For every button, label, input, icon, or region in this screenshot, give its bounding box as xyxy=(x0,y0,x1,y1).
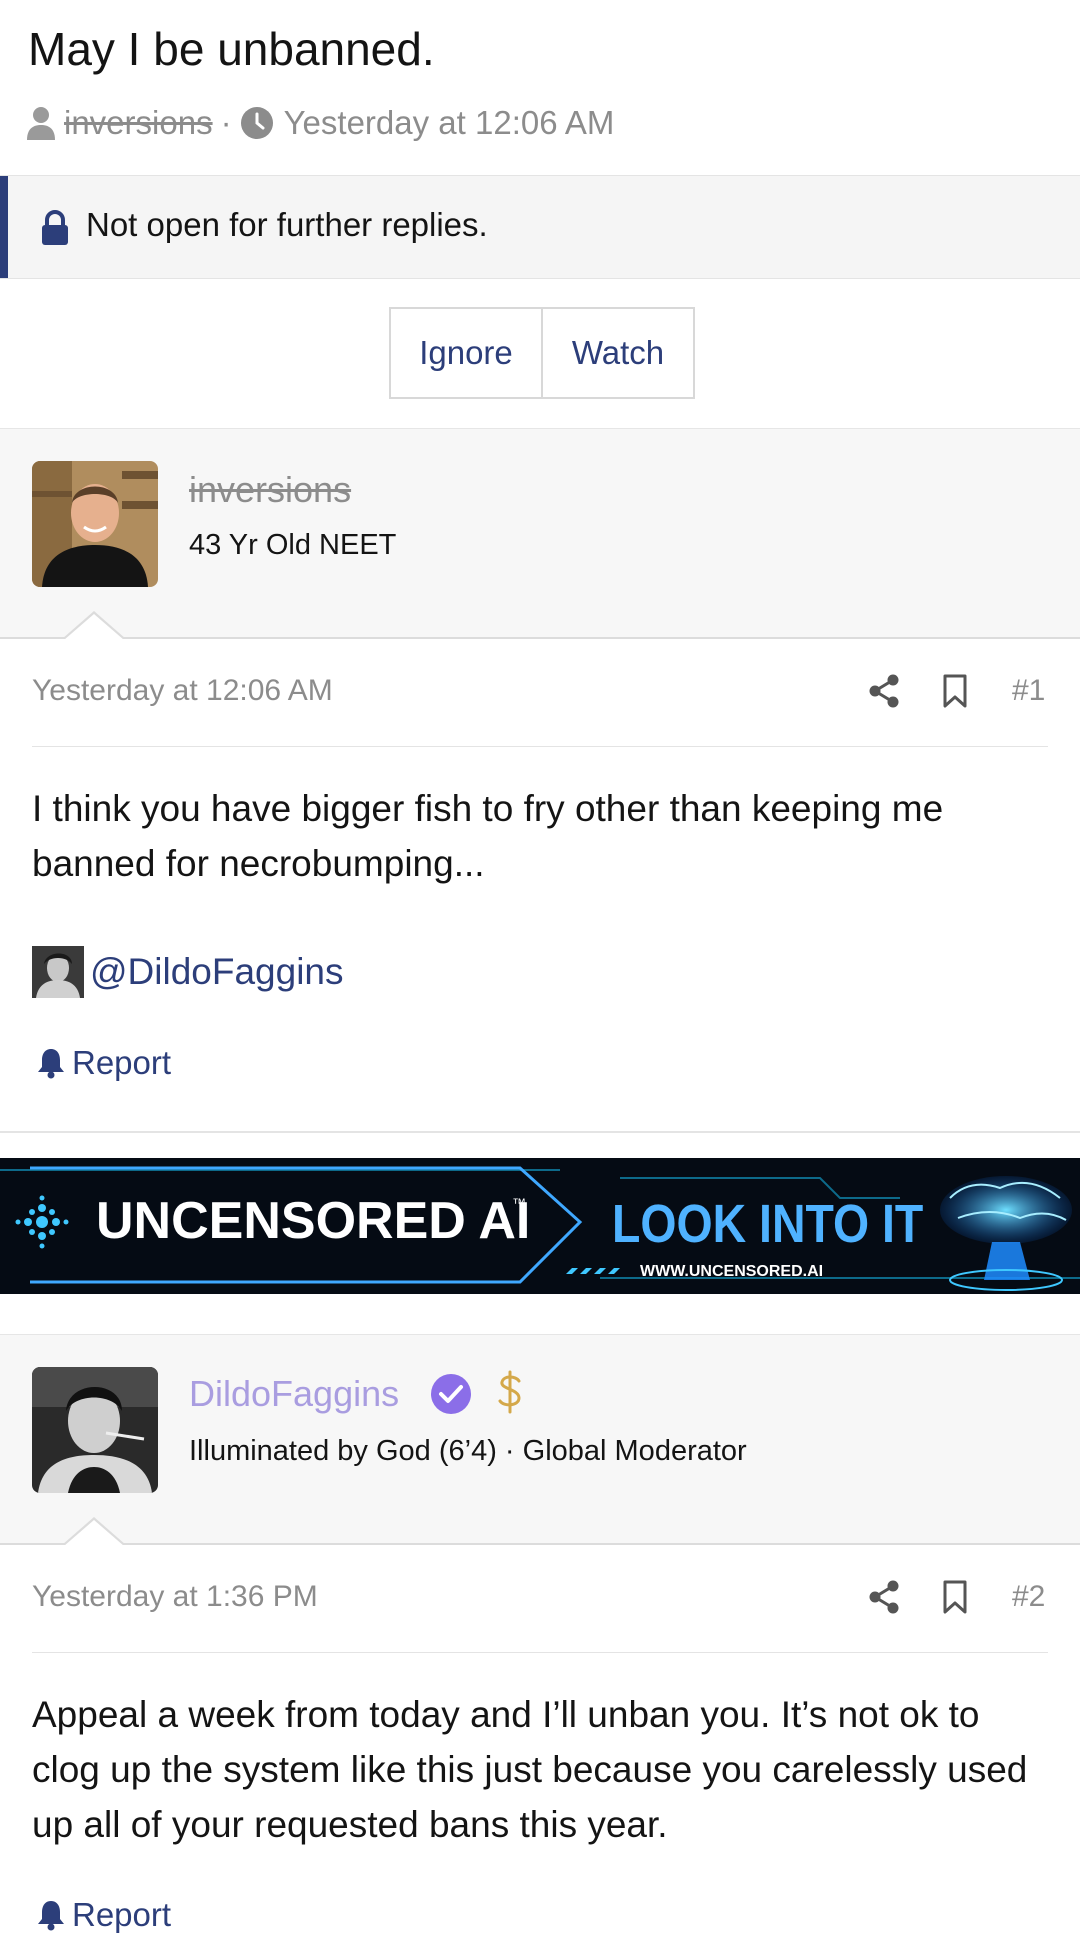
thread-action-buttons: Ignore Watch xyxy=(389,307,695,399)
report-label[interactable]: Report xyxy=(72,1896,171,1934)
avatar[interactable] xyxy=(32,461,158,587)
post-divider xyxy=(32,1652,1048,1653)
post-author-username[interactable]: inversions xyxy=(189,469,351,511)
ad-url: WWW.UNCENSORED.AI xyxy=(640,1263,823,1280)
ad-cta: LOOK INTO IT xyxy=(612,1193,924,1254)
meta-separator: · xyxy=(220,104,232,141)
avatar[interactable] xyxy=(32,1367,158,1493)
bell-icon xyxy=(38,1901,64,1931)
watch-button[interactable]: Watch xyxy=(541,309,693,397)
report-link[interactable]: Report xyxy=(36,1044,171,1082)
post-body: I think you have bigger fish to fry othe… xyxy=(32,788,944,884)
user-mention[interactable]: @DildoFaggins xyxy=(32,946,344,998)
thread-author-link[interactable]: inversions xyxy=(64,104,213,142)
user-arrow-fill xyxy=(64,1520,124,1546)
post-date[interactable]: Yesterday at 12:06 AM xyxy=(32,674,333,708)
notice-accent-bar xyxy=(0,176,8,278)
user-title: Illuminated by God (6’4) · Global Modera… xyxy=(189,1435,747,1467)
post-2-user-header: DildoFaggins Illuminated by God (6’4) · … xyxy=(0,1334,1080,1544)
post-bottom-border xyxy=(0,1131,1080,1133)
bookmark-icon[interactable] xyxy=(942,1580,968,1614)
thread-date[interactable]: Yesterday at 12:06 AM xyxy=(284,104,615,142)
user-title: 43 Yr Old NEET xyxy=(189,529,397,561)
ad-brand: UNCENSORED AI xyxy=(96,1192,530,1250)
post-author-username[interactable]: DildoFaggins xyxy=(189,1373,399,1415)
ad-trademark: ™ xyxy=(512,1195,526,1211)
thread-meta: inversions · Yesterday at 12:06 AM xyxy=(26,100,614,146)
header-divider xyxy=(0,637,1080,639)
bell-icon xyxy=(38,1049,64,1079)
share-icon[interactable] xyxy=(868,1580,900,1614)
ad-banner[interactable]: UNCENSORED AI ™ LOOK INTO IT WWW.UNCENSO… xyxy=(0,1158,1080,1294)
post-divider xyxy=(32,746,1048,747)
post-number[interactable]: #2 xyxy=(1012,1580,1045,1614)
ignore-button[interactable]: Ignore xyxy=(391,309,541,397)
locked-notice-text: Not open for further replies. xyxy=(86,206,488,243)
bookmark-icon[interactable] xyxy=(942,674,968,708)
post-number[interactable]: #1 xyxy=(1012,674,1045,708)
user-icon xyxy=(27,107,55,140)
header-divider xyxy=(0,1543,1080,1545)
post-date[interactable]: Yesterday at 1:36 PM xyxy=(32,1580,318,1614)
post-body: Appeal a week from today and I’ll unban … xyxy=(32,1694,1028,1845)
mention-text[interactable]: @DildoFaggins xyxy=(90,951,344,993)
clock-icon xyxy=(240,107,273,139)
thread-title: May I be unbanned. xyxy=(28,23,435,75)
dollar-icon xyxy=(498,1370,521,1414)
user-arrow-fill xyxy=(64,614,124,640)
report-label[interactable]: Report xyxy=(72,1044,171,1082)
share-icon[interactable] xyxy=(868,674,900,708)
post-1-user-header: inversions 43 Yr Old NEET xyxy=(0,428,1080,638)
lock-icon xyxy=(42,210,68,245)
verified-icon xyxy=(431,1374,471,1414)
mention-avatar xyxy=(32,946,84,998)
ad-banner-graphic: UNCENSORED AI ™ LOOK INTO IT WWW.UNCENSO… xyxy=(0,1158,1080,1294)
locked-notice: Not open for further replies. xyxy=(0,175,1080,279)
report-link[interactable]: Report xyxy=(36,1896,171,1934)
